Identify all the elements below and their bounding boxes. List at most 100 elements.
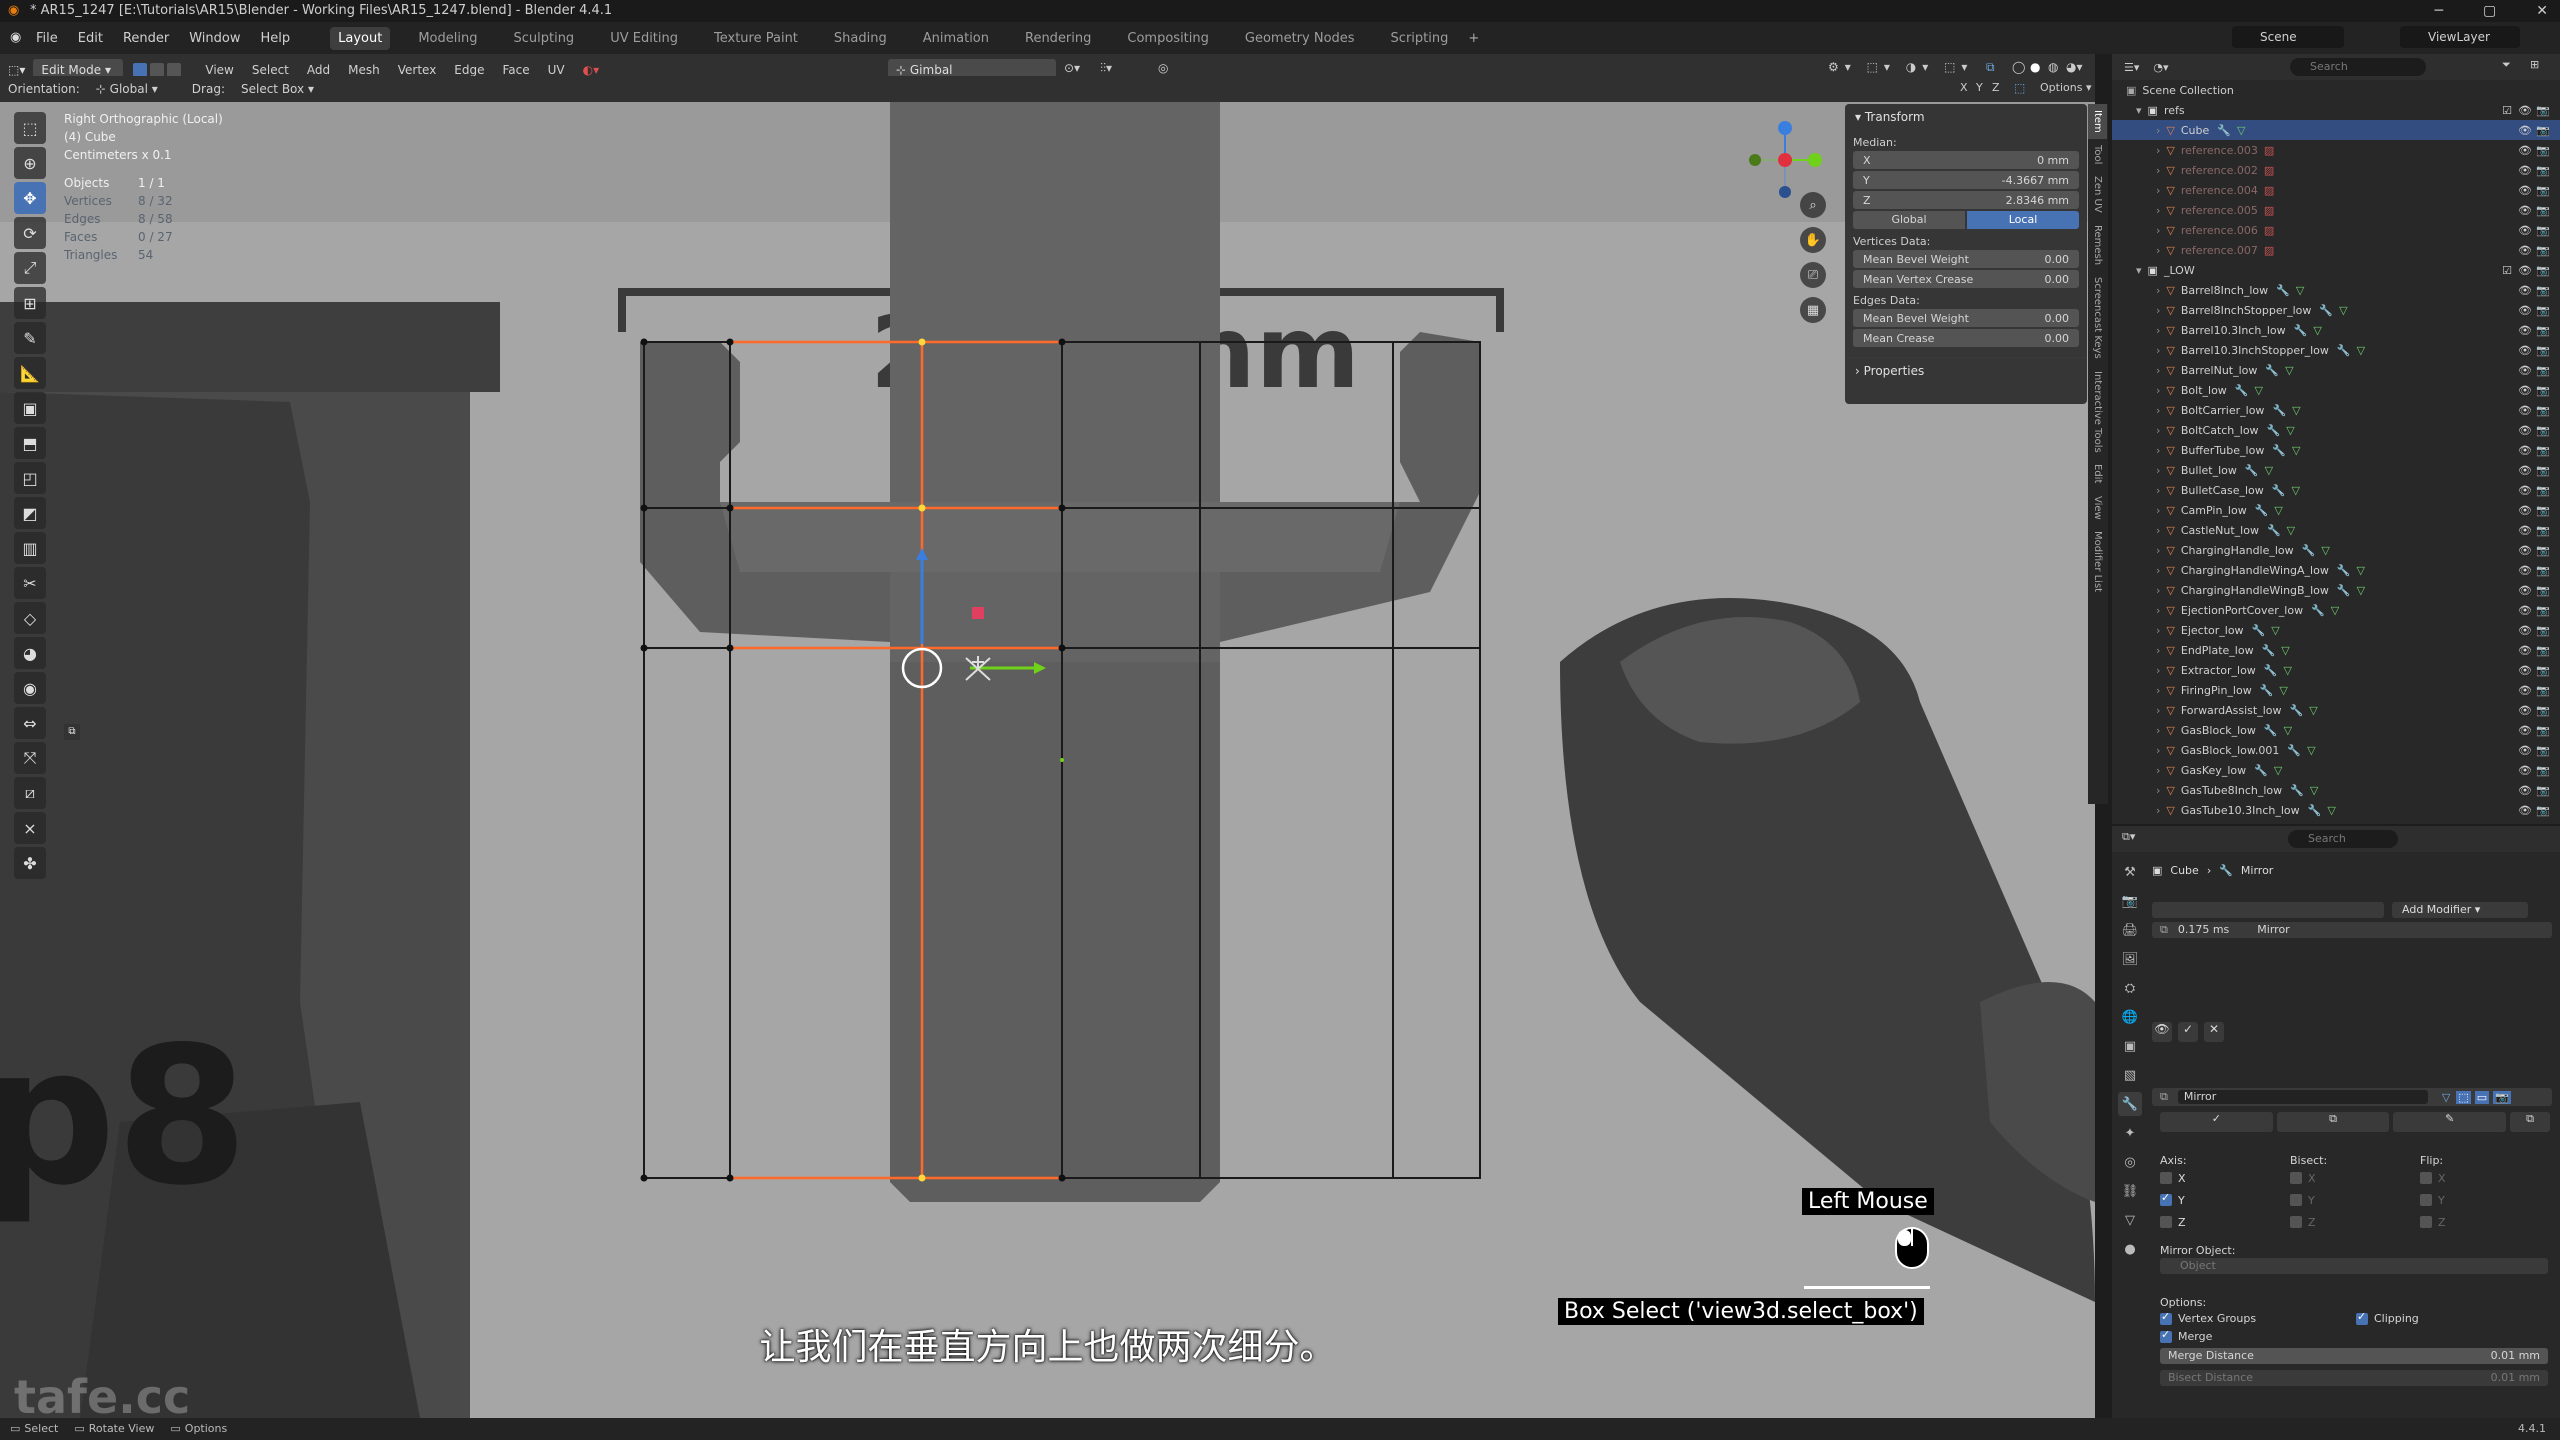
axis-y-toggle[interactable]: Y <box>2160 1191 2290 1207</box>
flip-checkbox-icon[interactable] <box>2420 1216 2432 1228</box>
expand-arrow-icon[interactable]: › <box>2156 284 2160 297</box>
viewport-menu-view[interactable]: View <box>197 63 241 77</box>
field-mean-crease[interactable]: Mean Crease 0.00 <box>1853 329 2079 347</box>
extrude-tool-icon[interactable]: ⬒ <box>14 427 46 459</box>
bisect-x-toggle[interactable]: X <box>2290 1172 2420 1185</box>
outliner-item[interactable]: › ▽ reference.006 ▨ 👁 📷 <box>2112 220 2560 240</box>
ortho-grid-icon[interactable]: ▦ <box>1800 297 1826 323</box>
sidebar-tab-interactive-tools[interactable]: Interactive Tools <box>2088 365 2107 459</box>
modifier-filter-field[interactable] <box>2152 902 2384 918</box>
outliner-item[interactable]: › ▽ GasBlock_low 🔧 ▽ 👁 📷 <box>2112 720 2560 740</box>
render-camera-icon[interactable]: 📷 <box>2536 464 2550 477</box>
apply-icon[interactable]: ✓ <box>2160 1112 2273 1132</box>
workspace-tab-geometry-nodes[interactable]: Geometry Nodes <box>1237 27 1363 50</box>
render-camera-icon[interactable]: 📷 <box>2536 324 2550 337</box>
object-tab-icon[interactable]: ▧ <box>2118 1063 2142 1087</box>
outliner-item[interactable]: › ▽ reference.002 ▨ 👁 📷 <box>2112 160 2560 180</box>
edit-mode-toggle-icon[interactable]: ▽ <box>2442 1091 2450 1104</box>
visibility-eye-icon[interactable]: 👁 <box>2518 224 2532 237</box>
outliner-item[interactable]: › ▽ FiringPin_low 🔧 ▽ 👁 📷 <box>2112 680 2560 700</box>
expand-arrow-icon[interactable]: › <box>2156 464 2160 477</box>
measure-tool-icon[interactable]: 📐 <box>14 357 46 389</box>
visibility-eye-icon[interactable]: 👁 <box>2518 264 2532 277</box>
select-box-tool-icon[interactable]: ⬚ <box>14 112 46 144</box>
transform-panel-header[interactable]: ▾ Transform <box>1845 104 2087 130</box>
sidebar-tab-edit[interactable]: Edit <box>2088 458 2107 489</box>
merge-checkbox[interactable]: Merge <box>2160 1328 2212 1343</box>
visibility-eye-icon[interactable]: 👁 <box>2518 304 2532 317</box>
overlay-toggle-icon[interactable]: ◐▾ <box>583 63 600 77</box>
expand-arrow-icon[interactable]: › <box>2156 744 2160 757</box>
axis-lock-x[interactable]: X <box>1960 81 1968 94</box>
render-camera-icon[interactable]: 📷 <box>2536 764 2550 777</box>
drag-dropdown[interactable]: Select Box ▾ <box>233 82 322 96</box>
visibility-eye-icon[interactable]: 👁 <box>2518 704 2532 717</box>
outliner-item[interactable]: › ▽ Barrel10.3InchStopper_low 🔧 ▽ 👁 📷 <box>2112 340 2560 360</box>
render-camera-icon[interactable]: 📷 <box>2536 244 2550 257</box>
outliner-item[interactable]: › ▽ Extractor_low 🔧 ▽ 👁 📷 <box>2112 660 2560 680</box>
sidebar-tab-tool[interactable]: Tool <box>2088 139 2107 170</box>
viewport-gizmo-icons[interactable]: ⚙▾ ⬚▾ ◑▾ ⬚▾ <box>1828 60 1973 74</box>
visibility-eye-icon[interactable]: 👁 <box>2518 644 2532 657</box>
world-tab-icon[interactable]: 🌐 <box>2118 1005 2142 1029</box>
visibility-eye-icon[interactable]: 👁 <box>2518 204 2532 217</box>
workspace-tab-modeling[interactable]: Modeling <box>410 27 485 50</box>
maximize-icon[interactable]: ▢ <box>2483 0 2496 22</box>
inset-tool-icon[interactable]: ◰ <box>14 462 46 494</box>
modifier-name-field[interactable]: Mirror <box>2177 1090 2428 1104</box>
visibility-eye-icon[interactable]: 👁 <box>2518 184 2532 197</box>
flip-checkbox-icon[interactable] <box>2420 1172 2432 1184</box>
edge-select-mode-icon[interactable] <box>150 63 165 77</box>
visibility-eye-icon[interactable]: 👁 <box>2518 764 2532 777</box>
solid-shading-icon[interactable]: ● <box>2030 60 2040 74</box>
render-camera-icon[interactable]: 📷 <box>2536 264 2550 277</box>
exclude-checkbox-icon[interactable]: ☑ <box>2502 104 2512 117</box>
workspace-tab-uv-editing[interactable]: UV Editing <box>602 27 686 50</box>
render-camera-icon[interactable]: 📷 <box>2536 164 2550 177</box>
physics-tab-icon[interactable]: ◎ <box>2118 1150 2142 1174</box>
add-modifier-button[interactable]: Add Modifier ▾ <box>2392 902 2528 918</box>
expand-arrow-icon[interactable]: › <box>2156 664 2160 677</box>
render-camera-icon[interactable]: 📷 <box>2536 224 2550 237</box>
viewport-menu-mesh[interactable]: Mesh <box>340 63 388 77</box>
low-collection-row[interactable]: ▾ ▣ _LOW ☑ 👁 📷 <box>2112 260 2560 280</box>
expand-arrow-icon[interactable]: › <box>2156 724 2160 737</box>
outliner-item[interactable]: › ▽ BufferTube_low 🔧 ▽ 👁 📷 <box>2112 440 2560 460</box>
field-mean-bevel-weight[interactable]: Mean Bevel Weight 0.00 <box>1853 309 2079 327</box>
expand-arrow-icon[interactable]: › <box>2156 604 2160 617</box>
more-icon[interactable]: ⧉ <box>2510 1112 2551 1132</box>
render-camera-icon[interactable]: 📷 <box>2536 644 2550 657</box>
bisect-checkbox-icon[interactable] <box>2290 1216 2302 1228</box>
bisect-z-toggle[interactable]: Z <box>2290 1216 2420 1229</box>
collection-tab-icon[interactable]: ▣ <box>2118 1034 2142 1058</box>
workspace-tab-animation[interactable]: Animation <box>915 27 997 50</box>
render-camera-icon[interactable]: 📷 <box>2536 144 2550 157</box>
rip-tool-icon[interactable]: ⨯ <box>14 812 46 844</box>
knife-tool-icon[interactable]: ✂ <box>14 567 46 599</box>
render-camera-icon[interactable]: 📷 <box>2536 584 2550 597</box>
expand-arrow-icon[interactable]: › <box>2156 164 2160 177</box>
outliner-item[interactable]: › ▽ Bullet_low 🔧 ▽ 👁 📷 <box>2112 460 2560 480</box>
pin-icon[interactable]: ✎ <box>2393 1112 2507 1132</box>
blender-menu-icon[interactable]: ◉ <box>10 30 21 45</box>
expand-arrow-icon[interactable]: › <box>2156 644 2160 657</box>
properties-search-input[interactable]: Search <box>2288 830 2398 848</box>
shrink-fatten-tool-icon[interactable]: ⤧ <box>14 742 46 774</box>
modifier-panel-header[interactable]: ⧉ Mirror ▽ ⬚ ▭ 📷 <box>2152 1088 2552 1106</box>
axis-lock-z[interactable]: Z <box>1992 81 2000 94</box>
expand-arrow-icon[interactable]: › <box>2156 144 2160 157</box>
sidebar-tab-view[interactable]: View <box>2088 490 2107 526</box>
properties-editor-icon[interactable]: ⧉▾ <box>2122 830 2135 844</box>
sidebar-tab-zen-uv[interactable]: Zen UV <box>2088 170 2107 219</box>
viewport-menu-uv[interactable]: UV <box>540 63 573 77</box>
breadcrumb-modifier[interactable]: Mirror <box>2241 864 2273 877</box>
render-camera-icon[interactable]: 📷 <box>2536 184 2550 197</box>
viewport-toggle-icon[interactable]: ▭ <box>2474 1090 2490 1104</box>
exclude-checkbox-icon[interactable]: ☑ <box>2502 264 2512 277</box>
visibility-eye-icon[interactable]: 👁 <box>2518 584 2532 597</box>
outliner-item[interactable]: › ▽ Cube 🔧 ▽ 👁 📷 <box>2112 120 2560 140</box>
clipping-check-icon[interactable] <box>2356 1310 2368 1325</box>
outliner-item[interactable]: › ▽ Barrel10.3Inch_low 🔧 ▽ 👁 📷 <box>2112 320 2560 340</box>
viewport-menu-face[interactable]: Face <box>495 63 538 77</box>
bisect-distance-field[interactable]: Bisect Distance 0.01 mm <box>2160 1370 2548 1386</box>
